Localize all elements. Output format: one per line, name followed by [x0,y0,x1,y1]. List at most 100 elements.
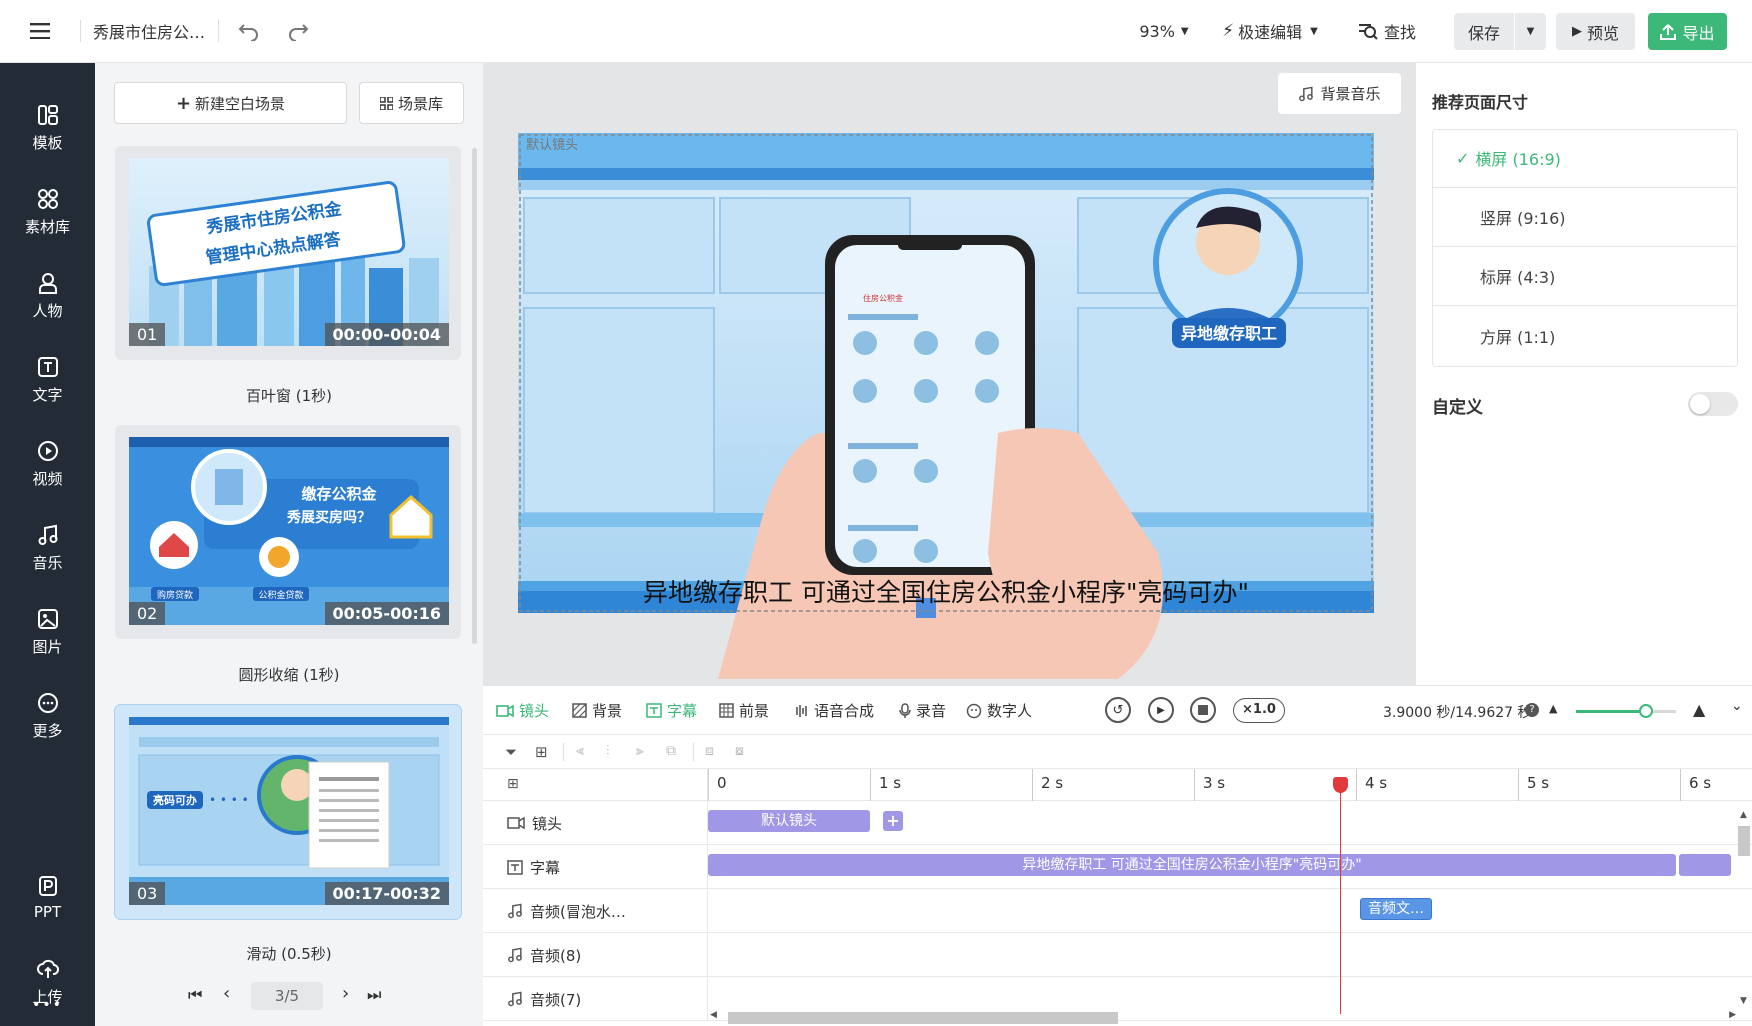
horizontal-scrollbar[interactable]: ◀ ▶ [708,1008,1748,1024]
play-button[interactable]: ▶ [1148,697,1174,723]
track-row[interactable]: 音频(冒泡水… [483,889,1752,933]
help-icon[interactable]: ? [1525,703,1539,717]
sidebar-item-template[interactable]: 模板 [0,93,95,163]
tab-subtitle[interactable]: 字幕 [646,700,697,721]
align-center-icon[interactable]: ⫶ [606,743,610,759]
audio-clip[interactable]: 音频文… [1360,898,1432,920]
size-option-9-16[interactable]: 竖屏 (9:16) [1432,188,1738,247]
size-option-1-1[interactable]: 方屏 (1:1) [1432,306,1738,365]
edit-mode-select[interactable]: ⚡ 极速编辑 ▼ [1212,13,1328,49]
plus-icon: + [175,92,192,114]
add-lens-button[interactable]: + [883,811,903,831]
custom-toggle[interactable] [1688,392,1738,416]
scene-transition[interactable]: 百叶窗 (1秒) [95,385,483,406]
sidebar-overflow[interactable]: ••• [0,997,95,1013]
waveform-icon [796,704,807,717]
bgm-button[interactable]: 背景音乐 [1278,73,1401,114]
speed-button[interactable]: ×1.0 [1233,698,1285,723]
scene-transition[interactable]: 滑动 (0.5秒) [95,943,483,964]
tab-digital-human[interactable]: 数字人 [966,700,1032,721]
music-icon [1299,86,1314,101]
track-row[interactable]: 音频(8) [483,933,1752,977]
sidebar-item-label: PPT [33,903,62,921]
sidebar-item-video[interactable]: 视频 [0,429,95,499]
save-button[interactable]: 保存 [1454,13,1514,50]
sidebar-item-person[interactable]: 人物 [0,261,95,331]
ruler-tick: 1 s [870,769,901,801]
split-icon[interactable]: ⊞ [535,743,548,761]
ungroup-icon[interactable]: ⧇ [735,743,744,759]
menu-icon[interactable] [22,13,58,49]
export-button[interactable]: 导出 [1648,13,1727,50]
camera-icon [496,704,514,717]
timeline-zoom-slider[interactable] [1576,704,1676,718]
tab-label: 数字人 [987,702,1033,720]
sidebar-item-music[interactable]: 音乐 [0,513,95,583]
person-icon [38,272,57,294]
scene-card-1[interactable]: 秀展市住房公积金 管理中心热点解答 01 00:00-00:04 [115,146,461,360]
playhead-handle[interactable] [1333,777,1348,793]
video-stage[interactable]: 住房公积金 异地缴存职工 异地缴存职工 可通过全国住房公积金小程序"亮码可办" … [518,133,1374,679]
collapse-icon[interactable]: ⌄ [1731,698,1743,714]
ruler-tick: 6 s [1680,769,1711,801]
tab-record[interactable]: 录音 [899,700,946,721]
redo-button[interactable] [283,13,313,49]
audio-icon [507,947,523,963]
vertical-scrollbar[interactable]: ▲ ▼ [1736,810,1750,1010]
scene-library-button[interactable]: 场景库 [359,82,464,124]
sidebar-item-more[interactable]: 更多 [0,681,95,751]
tab-foreground[interactable]: 前景 [719,700,769,721]
stage-subtitle[interactable]: 异地缴存职工 可通过全国住房公积金小程序"亮码可办" [643,578,1249,607]
scene-2-text2: 秀展买房吗？ [286,509,371,526]
sidebar-item-text[interactable]: 文字 [0,345,95,415]
distribute-icon[interactable]: ⧉ [666,743,676,759]
zoom-value: 93% [1139,21,1175,41]
size-option-16-9[interactable]: ✓ 横屏 (16:9) [1432,129,1738,188]
lens-clip[interactable]: 默认镜头 [708,810,870,832]
tab-tts[interactable]: 语音合成 [793,700,874,721]
sidebar-item-image[interactable]: 图片 [0,597,95,667]
scene-duration: 00:05-00:16 [324,602,449,625]
playhead[interactable] [1340,779,1341,1014]
save-dropdown-button[interactable]: ▼ [1515,13,1546,50]
filter-icon[interactable]: ⏷ [505,743,517,761]
find-button[interactable]: 查找 [1355,13,1419,49]
text-icon [37,356,58,377]
subtitle-clip-2[interactable] [1679,854,1731,876]
preview-label: 预览 [1586,23,1619,43]
prev-page-icon[interactable]: ‹ [223,983,230,1004]
subtitle-clip[interactable]: 异地缴存职工 可通过全国住房公积金小程序"亮码可办" [708,854,1676,876]
align-right-icon[interactable]: ⫸ [636,743,644,759]
zoom-select[interactable]: 93% ▼ [1134,13,1194,49]
stop-button[interactable] [1190,697,1216,723]
preview-button[interactable]: ▶ 预览 [1556,13,1635,50]
undo-button[interactable] [234,13,264,49]
track-row[interactable]: 镜头 [483,801,1752,845]
align-left-icon[interactable]: ⫷ [576,743,584,759]
first-page-icon[interactable]: ⏮ [188,985,202,1005]
new-scene-button[interactable]: + 新建空白场景 [114,82,347,124]
zoom-out-icon[interactable]: ▲ [1549,702,1557,715]
upload-icon [1660,23,1677,40]
sidebar-item-material[interactable]: 素材库 [0,177,95,247]
group-icon[interactable]: ⧈ [705,743,714,759]
scene-duration: 00:17-00:32 [324,882,449,905]
zoom-slider-thumb[interactable] [1639,704,1653,718]
zoom-in-icon[interactable]: ▲ [1693,700,1705,719]
sidebar-item-ppt[interactable]: PPT [0,863,95,933]
next-page-icon[interactable]: › [342,983,349,1004]
grid-icon[interactable]: ⊞ [507,776,519,792]
size-option-4-3[interactable]: 标屏 (4:3) [1432,247,1738,306]
track-label: 镜头 [507,801,562,845]
ruler-tick: 0 [708,769,727,801]
last-page-icon[interactable]: ⏭ [367,985,381,1005]
replay-button[interactable]: ↺ [1105,697,1131,723]
project-title[interactable]: 秀展市住房公… [93,13,213,49]
tab-lens[interactable]: 镜头 [496,700,549,721]
play-icon: ▶ [1571,24,1582,39]
page-indicator[interactable]: 3/5 [251,982,323,1010]
scene-card-2[interactable]: 缴存公积金 秀展买房吗？ 购房贷款 公积金贷款 02 00:05-00:16 [115,425,461,639]
scene-card-3[interactable]: 亮码可办 • • • • 03 00:17-00:32 [115,705,461,919]
scene-transition[interactable]: 圆形收缩 (1秒) [95,664,483,685]
tab-background[interactable]: 背景 [572,700,622,721]
